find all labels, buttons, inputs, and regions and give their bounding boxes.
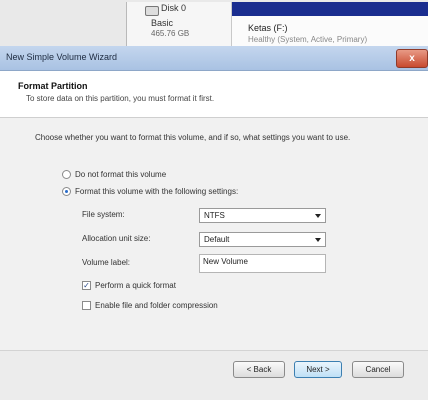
file-system-value: NTFS [204,211,225,220]
volume-label: Ketas (F:) [248,23,288,33]
allocation-unit-select[interactable]: Default [199,232,326,247]
instructions-text: Choose whether you want to format this v… [35,133,351,142]
disk-info-cell: Disk 0 Basic 465.76 GB [126,2,232,46]
quick-format-label[interactable]: Perform a quick format [95,281,176,290]
disk-icon [145,6,159,16]
back-button[interactable]: < Back [233,361,285,378]
close-icon: x [409,53,415,64]
chevron-down-icon [315,238,321,242]
new-simple-volume-wizard: New Simple Volume Wizard x Format Partit… [0,46,428,400]
disk-management-background: Disk 0 Basic 465.76 GB Ketas (F:) Health… [0,0,428,46]
wizard-body: Choose whether you want to format this v… [0,118,428,350]
page-subtitle: To store data on this partition, you mus… [26,94,215,103]
chevron-down-icon [315,214,321,218]
no-format-label[interactable]: Do not format this volume [75,170,166,179]
wizard-footer: < Back Next > Cancel [0,350,428,400]
no-format-radio[interactable] [62,170,71,179]
format-label[interactable]: Format this volume with the following se… [75,187,238,196]
allocation-unit-label: Allocation unit size: [82,234,151,243]
wizard-header: Format Partition To store data on this p… [0,71,428,118]
disk-name: Disk 0 [161,3,187,13]
window-title: New Simple Volume Wizard [6,52,118,62]
next-button[interactable]: Next > [294,361,342,378]
close-button[interactable]: x [396,49,428,68]
compression-label[interactable]: Enable file and folder compression [95,301,218,310]
volume-label-input[interactable]: New Volume [199,254,326,273]
file-system-label: File system: [82,210,125,219]
cancel-button[interactable]: Cancel [352,361,404,378]
volume-header-bar [232,2,428,16]
volume-detail: Healthy (System, Active, Primary) [248,35,368,44]
format-radio[interactable] [62,187,71,196]
volume-label-label: Volume label: [82,258,131,267]
quick-format-checkbox[interactable]: ✓ [82,281,91,290]
volume-cell[interactable]: Ketas (F:) Healthy (System, Active, Prim… [232,2,428,46]
file-system-select[interactable]: NTFS [199,208,326,223]
disk-size: 465.76 GB [151,29,190,38]
allocation-unit-value: Default [204,235,230,244]
disk-type: Basic [151,18,174,28]
page-title: Format Partition [18,81,88,91]
title-bar[interactable]: New Simple Volume Wizard x [0,46,428,71]
compression-checkbox[interactable] [82,301,91,310]
volume-label-value: New Volume [203,257,248,266]
